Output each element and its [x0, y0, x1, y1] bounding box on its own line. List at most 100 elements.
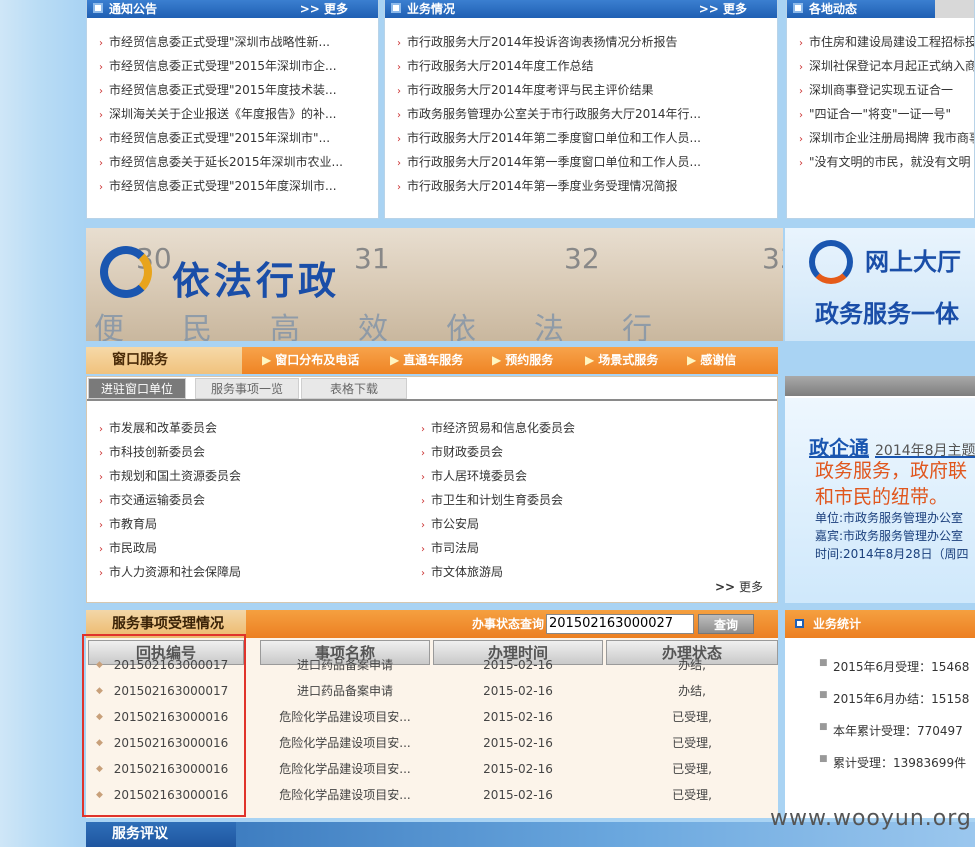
news-item-text[interactable]: 市行政服务大厅2014年第二季度窗口单位和工作人员...: [407, 131, 701, 145]
dept-item[interactable]: › 市司法局: [421, 539, 479, 556]
dept-name[interactable]: 市人力资源和社会保障局: [109, 565, 241, 579]
process-time-cell: 2015-02-16: [483, 788, 553, 802]
process-time-cell: 2015-02-16: [483, 658, 553, 672]
stats-panel: 业务统计 ■ 2015年6月受理：15468 ■ 2015年6月办结：15158 ■ 本年…: [785, 610, 975, 818]
arrow-icon: ›: [397, 158, 401, 169]
square-icon: [795, 619, 804, 628]
dept-item[interactable]: › 市卫生和计划生育委员会: [421, 491, 563, 508]
item-name-cell: 危险化学品建设项目安...: [279, 762, 411, 776]
news-item-text[interactable]: 深圳社保登记本月起正式纳入商: [809, 59, 974, 73]
dept-item[interactable]: › 市人力资源和社会保障局: [99, 563, 241, 580]
process-time-cell: 2015-02-16: [483, 710, 553, 724]
business-panel: 业务情况 >> 更多 › 市行政服务大厅2014年投诉咨询表扬情况分析报告 › 市行政服…: [384, 0, 778, 219]
business-header: 业务情况 >> 更多: [385, 0, 777, 18]
news-item-text[interactable]: 深圳海关关于企业报送《年度报告》的补...: [109, 107, 336, 121]
dept-item[interactable]: › 市规划和国土资源委员会: [99, 467, 241, 484]
dept-item[interactable]: › 市发展和改革委员会: [99, 419, 217, 436]
local-tab[interactable]: [935, 0, 974, 18]
news-item[interactable]: › 市经贸信息委正式受理"2015年度深圳市...: [99, 174, 343, 198]
news-item[interactable]: › 市行政服务大厅2014年第一季度业务受理情况简报: [397, 174, 701, 198]
news-item-text[interactable]: 市行政服务大厅2014年度考评与民主评价结果: [407, 83, 654, 97]
stat-text: 2015年6月办结：15158: [833, 692, 970, 706]
news-item-text[interactable]: 深圳商事登记实现五证合一: [809, 83, 953, 97]
news-item-text[interactable]: 市行政服务大厅2014年度工作总结: [407, 59, 594, 73]
news-item[interactable]: › 深圳商事登记实现五证合一: [799, 78, 974, 102]
dept-item[interactable]: › 市民政局: [99, 539, 157, 556]
dept-item[interactable]: › 市公安局: [421, 515, 479, 532]
dept-item[interactable]: › 市文体旅游局: [421, 563, 503, 580]
news-item[interactable]: › 市行政服务大厅2014年第一季度窗口单位和工作人员...: [397, 150, 701, 174]
zhengqitong-title[interactable]: 政企通 2014年8月主题: [809, 432, 975, 461]
news-item-text[interactable]: "没有文明的市民，就没有文明: [809, 155, 971, 169]
dept-name[interactable]: 市文体旅游局: [431, 565, 503, 579]
news-item[interactable]: › 市行政服务大厅2014年度工作总结: [397, 54, 701, 78]
notice-more-link[interactable]: >> 更多: [300, 0, 348, 18]
dept-item[interactable]: › 市科技创新委员会: [99, 443, 205, 460]
nav-thanks-letter[interactable]: ▶ 感谢信: [687, 347, 736, 374]
news-item[interactable]: › 市住房和建设局建设工程招标投: [799, 30, 974, 54]
dept-name[interactable]: 市人居环境委员会: [431, 469, 527, 483]
news-item-text[interactable]: 市政务服务管理办公室关于市行政服务大厅2014年行...: [407, 107, 701, 121]
tab-form-download[interactable]: 表格下载: [301, 378, 407, 399]
stat-item: ■ 2015年6月办结：15158: [819, 690, 970, 707]
dept-name[interactable]: 市发展和改革委员会: [109, 421, 217, 435]
news-item[interactable]: › "四证合一"将变"一证一号": [799, 102, 974, 126]
dept-name[interactable]: 市民政局: [109, 541, 157, 555]
news-item-text[interactable]: 市经贸信息委正式受理"2015年深圳市企...: [109, 59, 337, 73]
news-item-text[interactable]: 市经贸信息委关于延长2015年深圳市农业...: [109, 155, 343, 169]
news-item[interactable]: › 市经贸信息委正式受理"2015年度技术装...: [99, 78, 343, 102]
news-item-text[interactable]: 市行政服务大厅2014年第一季度业务受理情况简报: [407, 179, 678, 193]
dept-item[interactable]: › 市人居环境委员会: [421, 467, 527, 484]
tab-service-list[interactable]: 服务事项一览: [195, 378, 299, 399]
news-item-text[interactable]: 市经贸信息委正式受理"2015年度技术装...: [109, 83, 337, 97]
tab-window-units[interactable]: 进驻窗口单位: [88, 378, 186, 399]
dept-name[interactable]: 市科技创新委员会: [109, 445, 205, 459]
news-item[interactable]: › 市经贸信息委正式受理"2015年深圳市"...: [99, 126, 343, 150]
news-item[interactable]: › 市行政服务大厅2014年度考评与民主评价结果: [397, 78, 701, 102]
dept-item[interactable]: › 市教育局: [99, 515, 157, 532]
nav-window-distribution[interactable]: ▶ 窗口分布及电话: [262, 347, 359, 374]
news-item-text[interactable]: 市行政服务大厅2014年第一季度窗口单位和工作人员...: [407, 155, 701, 169]
news-item[interactable]: › 深圳社保登记本月起正式纳入商: [799, 54, 974, 78]
news-item[interactable]: › 市经贸信息委关于延长2015年深圳市农业...: [99, 150, 343, 174]
arrow-icon: ›: [99, 182, 103, 193]
news-item-text[interactable]: 市经贸信息委正式受理"2015年度深圳市...: [109, 179, 337, 193]
dept-item[interactable]: › 市财政委员会: [421, 443, 503, 460]
news-item[interactable]: › 市行政服务大厅2014年投诉咨询表扬情况分析报告: [397, 30, 701, 54]
receipt-query-input[interactable]: 201502163000027: [546, 614, 694, 634]
dept-name[interactable]: 市教育局: [109, 517, 157, 531]
nav-scenario-service[interactable]: ▶ 场景式服务: [585, 347, 658, 374]
dept-name[interactable]: 市司法局: [431, 541, 479, 555]
dept-item[interactable]: › 市经济贸易和信息化委员会: [421, 419, 575, 436]
dept-name[interactable]: 市卫生和计划生育委员会: [431, 493, 563, 507]
news-item[interactable]: › 市行政服务大厅2014年第二季度窗口单位和工作人员...: [397, 126, 701, 150]
news-item-text[interactable]: 市住房和建设局建设工程招标投: [809, 35, 974, 49]
dept-more-link[interactable]: >> 更多: [715, 578, 763, 595]
news-item[interactable]: › 市经贸信息委正式受理"深圳市战略性新...: [99, 30, 343, 54]
square-icon: [391, 3, 401, 13]
dept-name[interactable]: 市规划和国土资源委员会: [109, 469, 241, 483]
law-banner[interactable]: 30 31 32 33 依法行政 便民高效依法行政: [86, 228, 783, 341]
query-button[interactable]: 查询: [698, 614, 754, 634]
nav-appointment[interactable]: ▶ 预约服务: [492, 347, 553, 374]
business-more-link[interactable]: >> 更多: [699, 0, 747, 18]
dept-name[interactable]: 市交通运输委员会: [109, 493, 205, 507]
news-item-text[interactable]: 市经贸信息委正式受理"深圳市战略性新...: [109, 35, 330, 49]
news-item[interactable]: › 深圳海关关于企业报送《年度报告》的补...: [99, 102, 343, 126]
dept-item[interactable]: › 市交通运输委员会: [99, 491, 205, 508]
zhengqitong-panel[interactable]: 政企通 2014年8月主题 政务服务，政府联 和市民的纽带。 单位:市政务服务管理办…: [785, 376, 975, 603]
window-service-panel: 进驻窗口单位 服务事项一览 表格下载 › 市发展和改革委员会 › 市科技创新委员会 › 市…: [86, 376, 778, 603]
news-item-text[interactable]: 市行政服务大厅2014年投诉咨询表扬情况分析报告: [407, 35, 678, 49]
nav-direct-service[interactable]: ▶ 直通车服务: [390, 347, 463, 374]
news-item[interactable]: › 市经贸信息委正式受理"2015年深圳市企...: [99, 54, 343, 78]
news-item-text[interactable]: 深圳市企业注册局揭牌 我市商事: [809, 131, 974, 145]
dept-name[interactable]: 市财政委员会: [431, 445, 503, 459]
news-item[interactable]: › 市政务服务管理办公室关于市行政服务大厅2014年行...: [397, 102, 701, 126]
dept-name[interactable]: 市经济贸易和信息化委员会: [431, 421, 575, 435]
news-item[interactable]: › 深圳市企业注册局揭牌 我市商事: [799, 126, 974, 150]
news-item[interactable]: › "没有文明的市民，就没有文明: [799, 150, 974, 174]
online-hall-banner[interactable]: 网上大厅 政务服务一体: [785, 228, 975, 341]
news-item-text[interactable]: 市经贸信息委正式受理"2015年深圳市"...: [109, 131, 330, 145]
news-item-text[interactable]: "四证合一"将变"一证一号": [809, 107, 951, 121]
dept-name[interactable]: 市公安局: [431, 517, 479, 531]
